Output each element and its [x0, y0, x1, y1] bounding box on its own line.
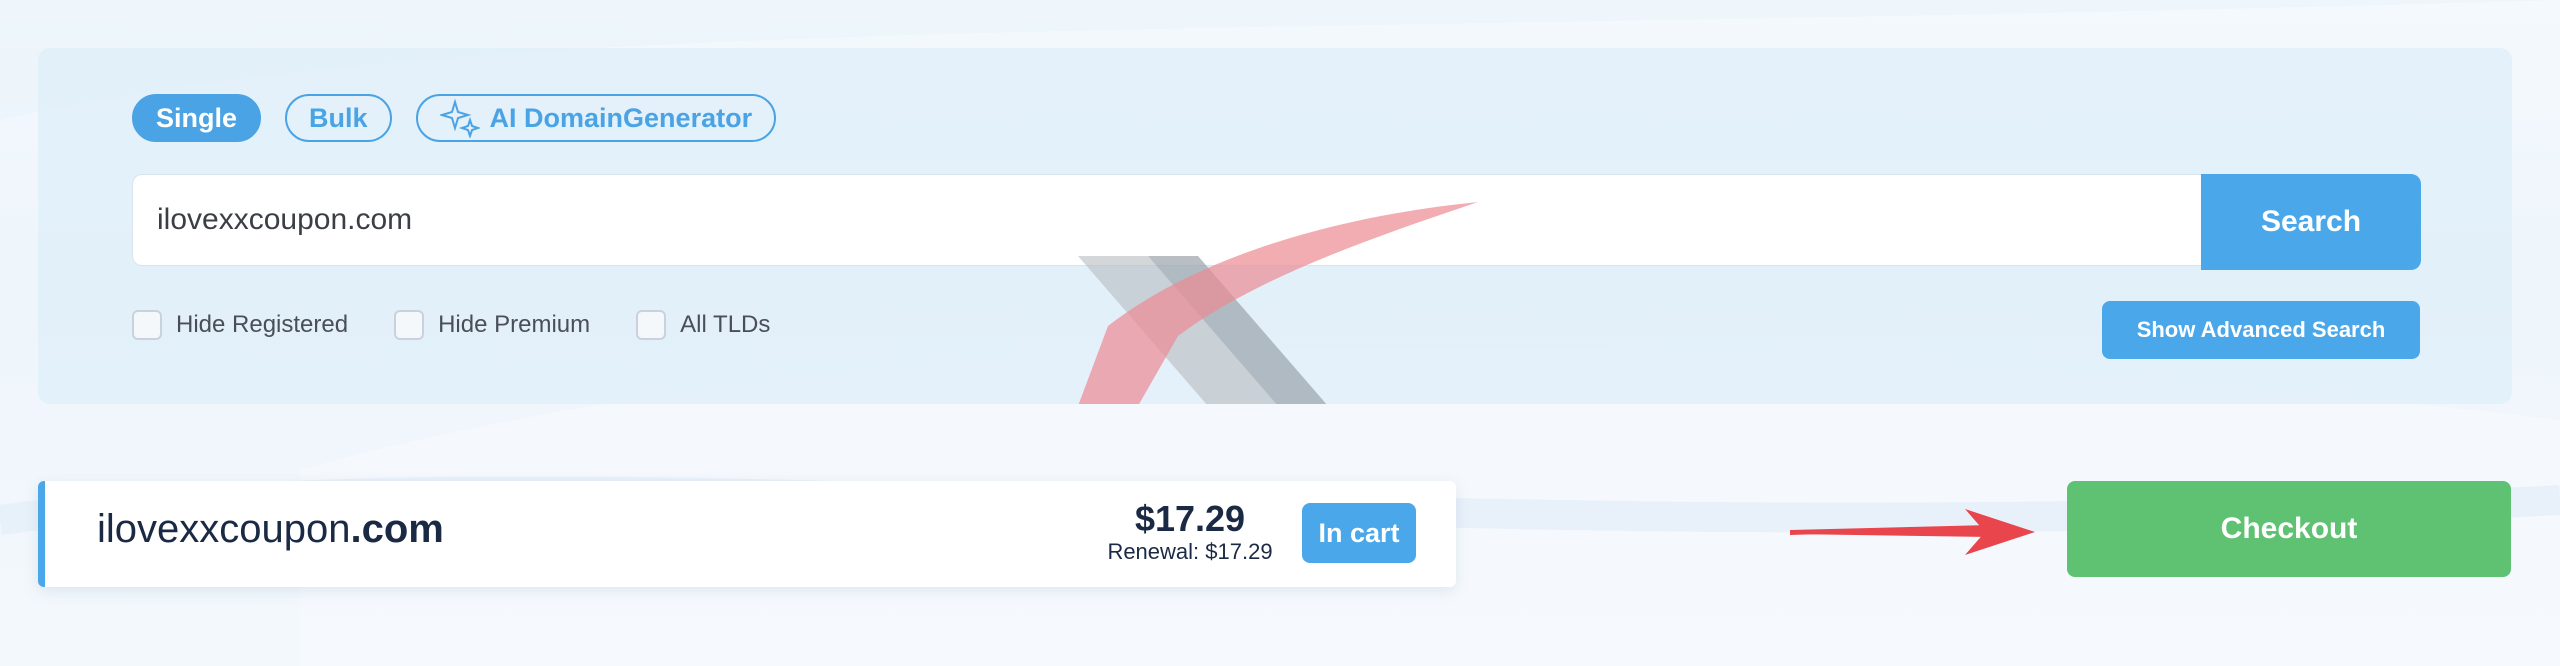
- domain-price: $17.29: [1134, 498, 1246, 539]
- search-mode-tabs: Single Bulk AI DomainGenerator: [132, 94, 777, 142]
- hide-premium-label: Hide Premium: [438, 311, 591, 338]
- tab-ai-domain-generator[interactable]: AI DomainGenerator: [415, 94, 777, 142]
- in-cart-button[interactable]: In cart: [1302, 503, 1416, 563]
- renewal-price: Renewal: $17.29: [1107, 539, 1273, 564]
- domain-sld: ilovexxcoupon: [97, 507, 351, 551]
- tab-bulk-label: Bulk: [309, 102, 368, 133]
- domain-result-card: ilovexxcoupon.com $17.29 Renewal: $17.29…: [38, 481, 1456, 587]
- result-domain-name: ilovexxcoupon.com: [97, 507, 444, 552]
- checkout-button[interactable]: Checkout: [2067, 481, 2511, 577]
- show-advanced-search-button[interactable]: Show Advanced Search: [2102, 301, 2420, 359]
- price-block: $17.29 Renewal: $17.29: [1080, 499, 1300, 565]
- tab-single[interactable]: Single: [132, 94, 262, 142]
- search-row: Search: [132, 174, 2422, 270]
- hide-registered-label: Hide Registered: [176, 311, 349, 338]
- tab-bulk[interactable]: Bulk: [285, 94, 392, 142]
- all-tlds-checkbox[interactable]: [636, 310, 667, 340]
- filter-hide-registered[interactable]: Hide Registered: [132, 310, 348, 340]
- tab-single-label: Single: [156, 102, 238, 133]
- annotation-arrow-icon: [1790, 509, 2035, 555]
- domain-tld: .com: [350, 507, 444, 551]
- hide-registered-checkbox[interactable]: [132, 310, 162, 340]
- tab-ai-domain-generator-label: AI DomainGenerator: [489, 102, 753, 133]
- all-tlds-label: All TLDs: [680, 311, 771, 338]
- sparkle-icon: [439, 98, 480, 138]
- filter-all-tlds[interactable]: All TLDs: [636, 310, 770, 340]
- search-filters: Hide Registered Hide Premium All TLDs: [132, 310, 770, 340]
- search-button[interactable]: Search: [2201, 174, 2421, 270]
- hide-premium-checkbox[interactable]: [394, 310, 425, 340]
- domain-search-input[interactable]: [132, 174, 2202, 266]
- filter-hide-premium[interactable]: Hide Premium: [394, 310, 590, 340]
- domain-search-panel: Single Bulk AI DomainGenerator Search Hi…: [38, 48, 2512, 404]
